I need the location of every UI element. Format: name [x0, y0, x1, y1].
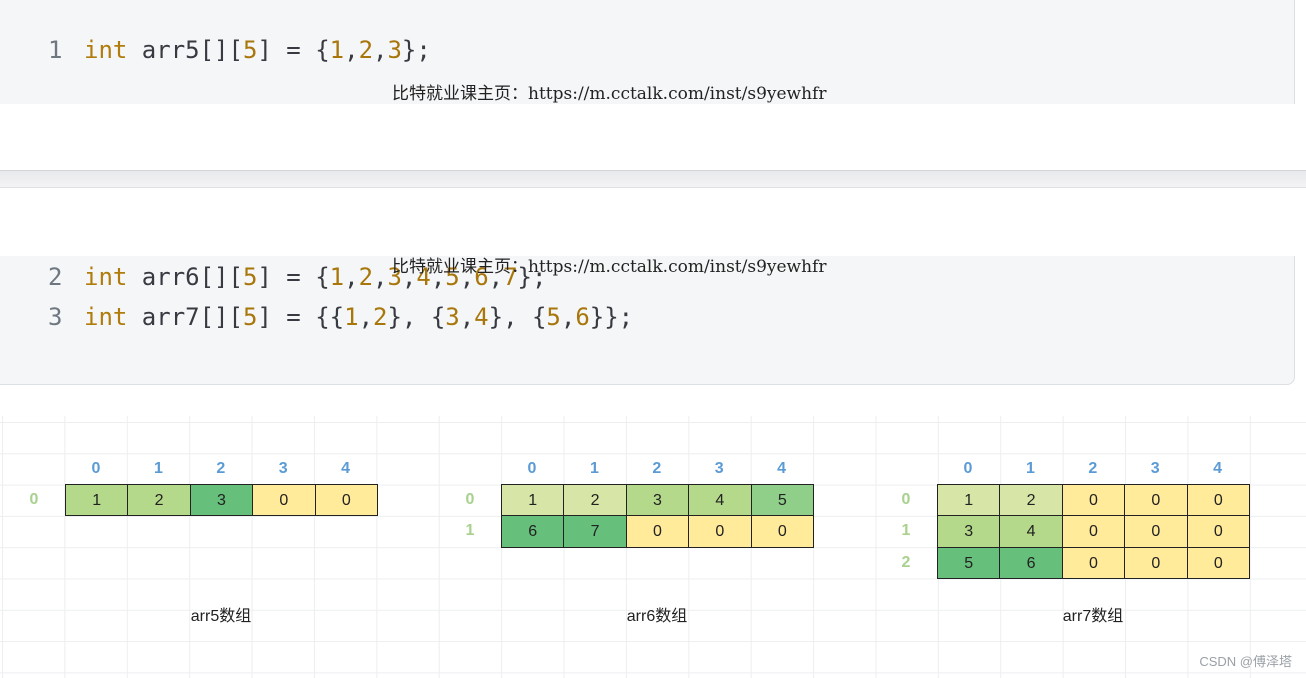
- code-text: }};: [589, 303, 634, 331]
- code-text: }, {: [387, 303, 446, 331]
- column-index: 0: [527, 460, 537, 477]
- array-caption: arr7数组: [1062, 608, 1124, 625]
- array-cell: 0: [1061, 546, 1126, 580]
- column-index: 3: [278, 460, 288, 477]
- code-number: 5: [242, 263, 258, 291]
- code-text: ,: [358, 303, 374, 331]
- row-index: 0: [29, 491, 39, 508]
- code-text: ] = {{: [257, 303, 345, 331]
- credit-text: CSDN @傅泽塔: [1199, 654, 1292, 669]
- code-number: 3: [387, 36, 402, 64]
- array-caption: arr6数组: [626, 608, 688, 625]
- code-text: ,: [344, 263, 359, 291]
- array-cell: 0: [1124, 546, 1188, 580]
- array-cell: 3: [625, 484, 690, 517]
- code-text: ] = {: [257, 36, 330, 64]
- array-cell: 1: [501, 484, 565, 517]
- array-cell: 3: [189, 484, 254, 517]
- code-number: 2: [373, 303, 388, 331]
- code-line-1: 1 int arr5[][5] = {1,2,3};: [48, 35, 431, 65]
- code-text: ,: [373, 36, 388, 64]
- line-number: 3: [48, 303, 63, 331]
- row-index: 2: [901, 553, 911, 571]
- page-break-divider: [0, 170, 1306, 188]
- column-index: 0: [91, 460, 101, 477]
- code-number: 4: [474, 303, 489, 331]
- code-text: }, {: [488, 303, 547, 331]
- column-index: 2: [1088, 460, 1098, 477]
- array-cell: 6: [999, 546, 1063, 580]
- code-text: ,: [459, 303, 475, 331]
- line-number: 2: [48, 263, 63, 291]
- code-number: 1: [329, 36, 345, 64]
- array-cell: 0: [1186, 484, 1250, 517]
- column-index: 2: [216, 460, 226, 477]
- array-cell: 2: [127, 484, 191, 517]
- code-number: 1: [344, 303, 359, 331]
- array-cell: 0: [688, 515, 752, 548]
- array-cell: 0: [1186, 546, 1250, 580]
- array-cell: 0: [314, 484, 378, 517]
- column-index: 0: [963, 460, 973, 477]
- array-cell: 0: [252, 484, 316, 517]
- array-cell: 0: [1061, 515, 1126, 548]
- array-caption: arr5数组: [190, 608, 252, 625]
- code-text: ,: [344, 36, 359, 64]
- code-number: 1: [329, 263, 345, 291]
- code-text: arr6[][: [127, 263, 243, 291]
- code-number: 6: [575, 303, 590, 331]
- column-index: 1: [589, 460, 599, 477]
- column-index: 3: [1150, 460, 1160, 477]
- array-cell: 1: [65, 484, 129, 517]
- keyword: int: [84, 303, 128, 331]
- code-text: ,: [560, 303, 576, 331]
- code-text: ] = {: [257, 263, 330, 291]
- row-index: 0: [465, 491, 475, 508]
- column-index: 1: [153, 460, 163, 477]
- code-number: 3: [445, 303, 460, 331]
- watermark-text: 比特就业课主页：https://m.cctalk.com/inst/s9yewh…: [392, 84, 827, 104]
- array-cell: 0: [1186, 515, 1250, 548]
- array-cell: 6: [501, 515, 565, 548]
- row-index: 0: [901, 491, 911, 508]
- array-cell: 5: [937, 546, 1001, 580]
- array-cell: 0: [1124, 484, 1188, 517]
- column-index: 4: [1213, 460, 1223, 477]
- column-index: 2: [652, 460, 662, 477]
- column-index: 1: [1025, 460, 1035, 477]
- keyword: int: [84, 263, 128, 291]
- code-number: 5: [242, 303, 258, 331]
- array-cell: 0: [625, 515, 690, 548]
- code-line-3: 3 int arr7[][5] = {{1,2}, {3,4}, {5,6}};: [48, 302, 633, 332]
- code-number: 2: [358, 263, 374, 291]
- array-cell: 2: [999, 484, 1063, 517]
- code-text: arr5[][: [127, 36, 243, 64]
- row-index: 1: [465, 522, 475, 540]
- code-text: ,: [373, 263, 388, 291]
- array-cell: 0: [1061, 484, 1126, 517]
- array-cell: 3: [937, 515, 1001, 548]
- array-cell: 5: [750, 484, 814, 517]
- keyword: int: [84, 36, 128, 64]
- column-index: 3: [714, 460, 724, 477]
- column-index: 4: [341, 460, 351, 477]
- code-text: arr7[][: [127, 303, 243, 331]
- array-cell: 7: [563, 515, 627, 548]
- code-number: 5: [242, 36, 258, 64]
- array-cell: 4: [999, 515, 1063, 548]
- code-number: 2: [358, 36, 374, 64]
- watermark-text: 比特就业课主页：https://m.cctalk.com/inst/s9yewh…: [392, 257, 827, 277]
- array-cell: 1: [937, 484, 1001, 517]
- column-index: 4: [777, 460, 787, 477]
- array-cell: 2: [563, 484, 627, 517]
- line-number: 1: [48, 36, 63, 64]
- row-index: 1: [901, 522, 911, 540]
- code-text: };: [401, 36, 431, 64]
- code-number: 5: [546, 303, 561, 331]
- array-cell: 4: [688, 484, 752, 517]
- array-cell: 0: [1124, 515, 1188, 548]
- array-cell: 0: [750, 515, 814, 548]
